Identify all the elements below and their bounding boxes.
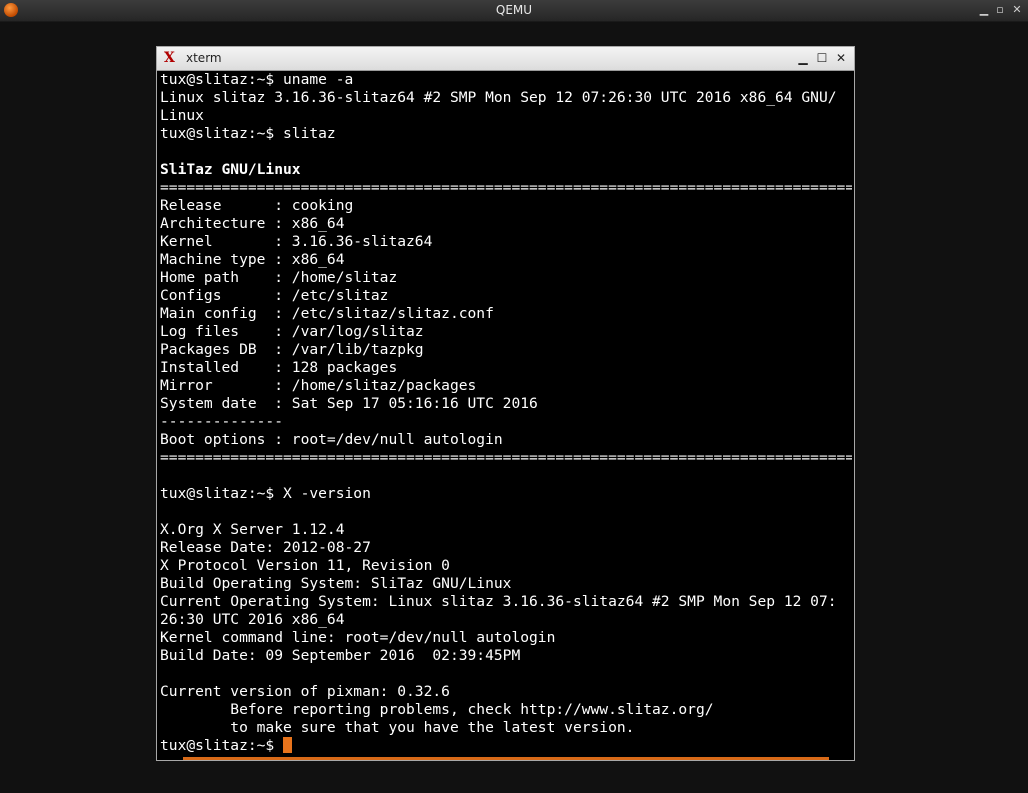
terminal-line: Kernel : 3.16.36-slitaz64: [160, 233, 433, 250]
terminal-line: Kernel command line: root=/dev/null auto…: [160, 629, 556, 646]
terminal-line: tux@slitaz:~$ X -version: [160, 485, 371, 502]
qemu-window-title: QEMU: [495, 3, 533, 17]
xterm-close-button[interactable]: ✕: [834, 51, 848, 65]
terminal-line: Main config : /etc/slitaz/slitaz.conf: [160, 305, 494, 322]
terminal-line: Release Date: 2012-08-27: [160, 539, 371, 556]
qemu-minimize-button[interactable]: ▁: [976, 2, 992, 18]
terminal-line: Current version of pixman: 0.32.6: [160, 683, 450, 700]
terminal-line: Current Operating System: Linux slitaz 3…: [160, 593, 837, 610]
terminal-line: Boot options : root=/dev/null autologin: [160, 431, 503, 448]
terminal-line: tux@slitaz:~$ slitaz: [160, 125, 336, 142]
terminal-line: Mirror : /home/slitaz/packages: [160, 377, 477, 394]
xterm-minimize-button[interactable]: ▁: [796, 51, 810, 65]
shell-prompt: tux@slitaz:~$: [160, 737, 284, 754]
terminal-line: to make sure that you have the latest ve…: [160, 719, 635, 736]
terminal-line: 26:30 UTC 2016 x86_64: [160, 611, 345, 628]
terminal-line: Packages DB : /var/lib/tazpkg: [160, 341, 424, 358]
horizontal-scrollbar[interactable]: [183, 757, 829, 760]
terminal-text: tux@slitaz:~$ uname -a Linux slitaz 3.16.…: [159, 71, 852, 755]
terminal-line: --------------: [160, 413, 284, 430]
xterm-icon: X: [164, 50, 175, 66]
terminal-line: X Protocol Version 11, Revision 0: [160, 557, 450, 574]
qemu-close-button[interactable]: ✕: [1009, 2, 1025, 18]
terminal-line: Linux slitaz 3.16.36-slitaz64 #2 SMP Mon…: [160, 89, 837, 106]
xterm-titlebar[interactable]: X xterm ▁ ☐ ✕: [157, 47, 854, 71]
qemu-maximize-button[interactable]: ▫: [992, 2, 1008, 18]
terminal-line: Architecture : x86_64: [160, 215, 345, 232]
terminal-line: X.Org X Server 1.12.4: [160, 521, 345, 538]
terminal-line: Linux: [160, 107, 204, 124]
terminal-line: ========================================…: [160, 449, 852, 466]
terminal-line: Build Date: 09 September 2016 02:39:45PM: [160, 647, 521, 664]
terminal-line: Build Operating System: SliTaz GNU/Linux: [160, 575, 512, 592]
terminal-line: Log files : /var/log/slitaz: [160, 323, 424, 340]
xterm-maximize-button[interactable]: ☐: [815, 51, 829, 65]
terminal-line: Installed : 128 packages: [160, 359, 398, 376]
xterm-window-title: xterm: [186, 51, 222, 65]
terminal-cursor: [283, 737, 293, 753]
xterm-window[interactable]: X xterm ▁ ☐ ✕ tux@slitaz:~$ uname -a Linu…: [156, 46, 855, 761]
terminal-line: Release : cooking: [160, 197, 354, 214]
qemu-titlebar[interactable]: QEMU ▁ ▫ ✕: [0, 0, 1028, 22]
terminal-line: System date : Sat Sep 17 05:16:16 UTC 20…: [160, 395, 538, 412]
terminal-output[interactable]: tux@slitaz:~$ uname -a Linux slitaz 3.16.…: [159, 71, 852, 760]
terminal-line: tux@slitaz:~$ uname -a: [160, 71, 354, 88]
terminal-line: Machine type : x86_64: [160, 251, 345, 268]
terminal-line: SliTaz GNU/Linux: [160, 161, 301, 178]
terminal-line: Home path : /home/slitaz: [160, 269, 398, 286]
terminal-prompt-line[interactable]: tux@slitaz:~$: [160, 737, 852, 755]
terminal-line: ========================================…: [160, 179, 852, 196]
terminal-line: Configs : /etc/slitaz: [160, 287, 389, 304]
terminal-line: Before reporting problems, check http://…: [160, 701, 714, 718]
